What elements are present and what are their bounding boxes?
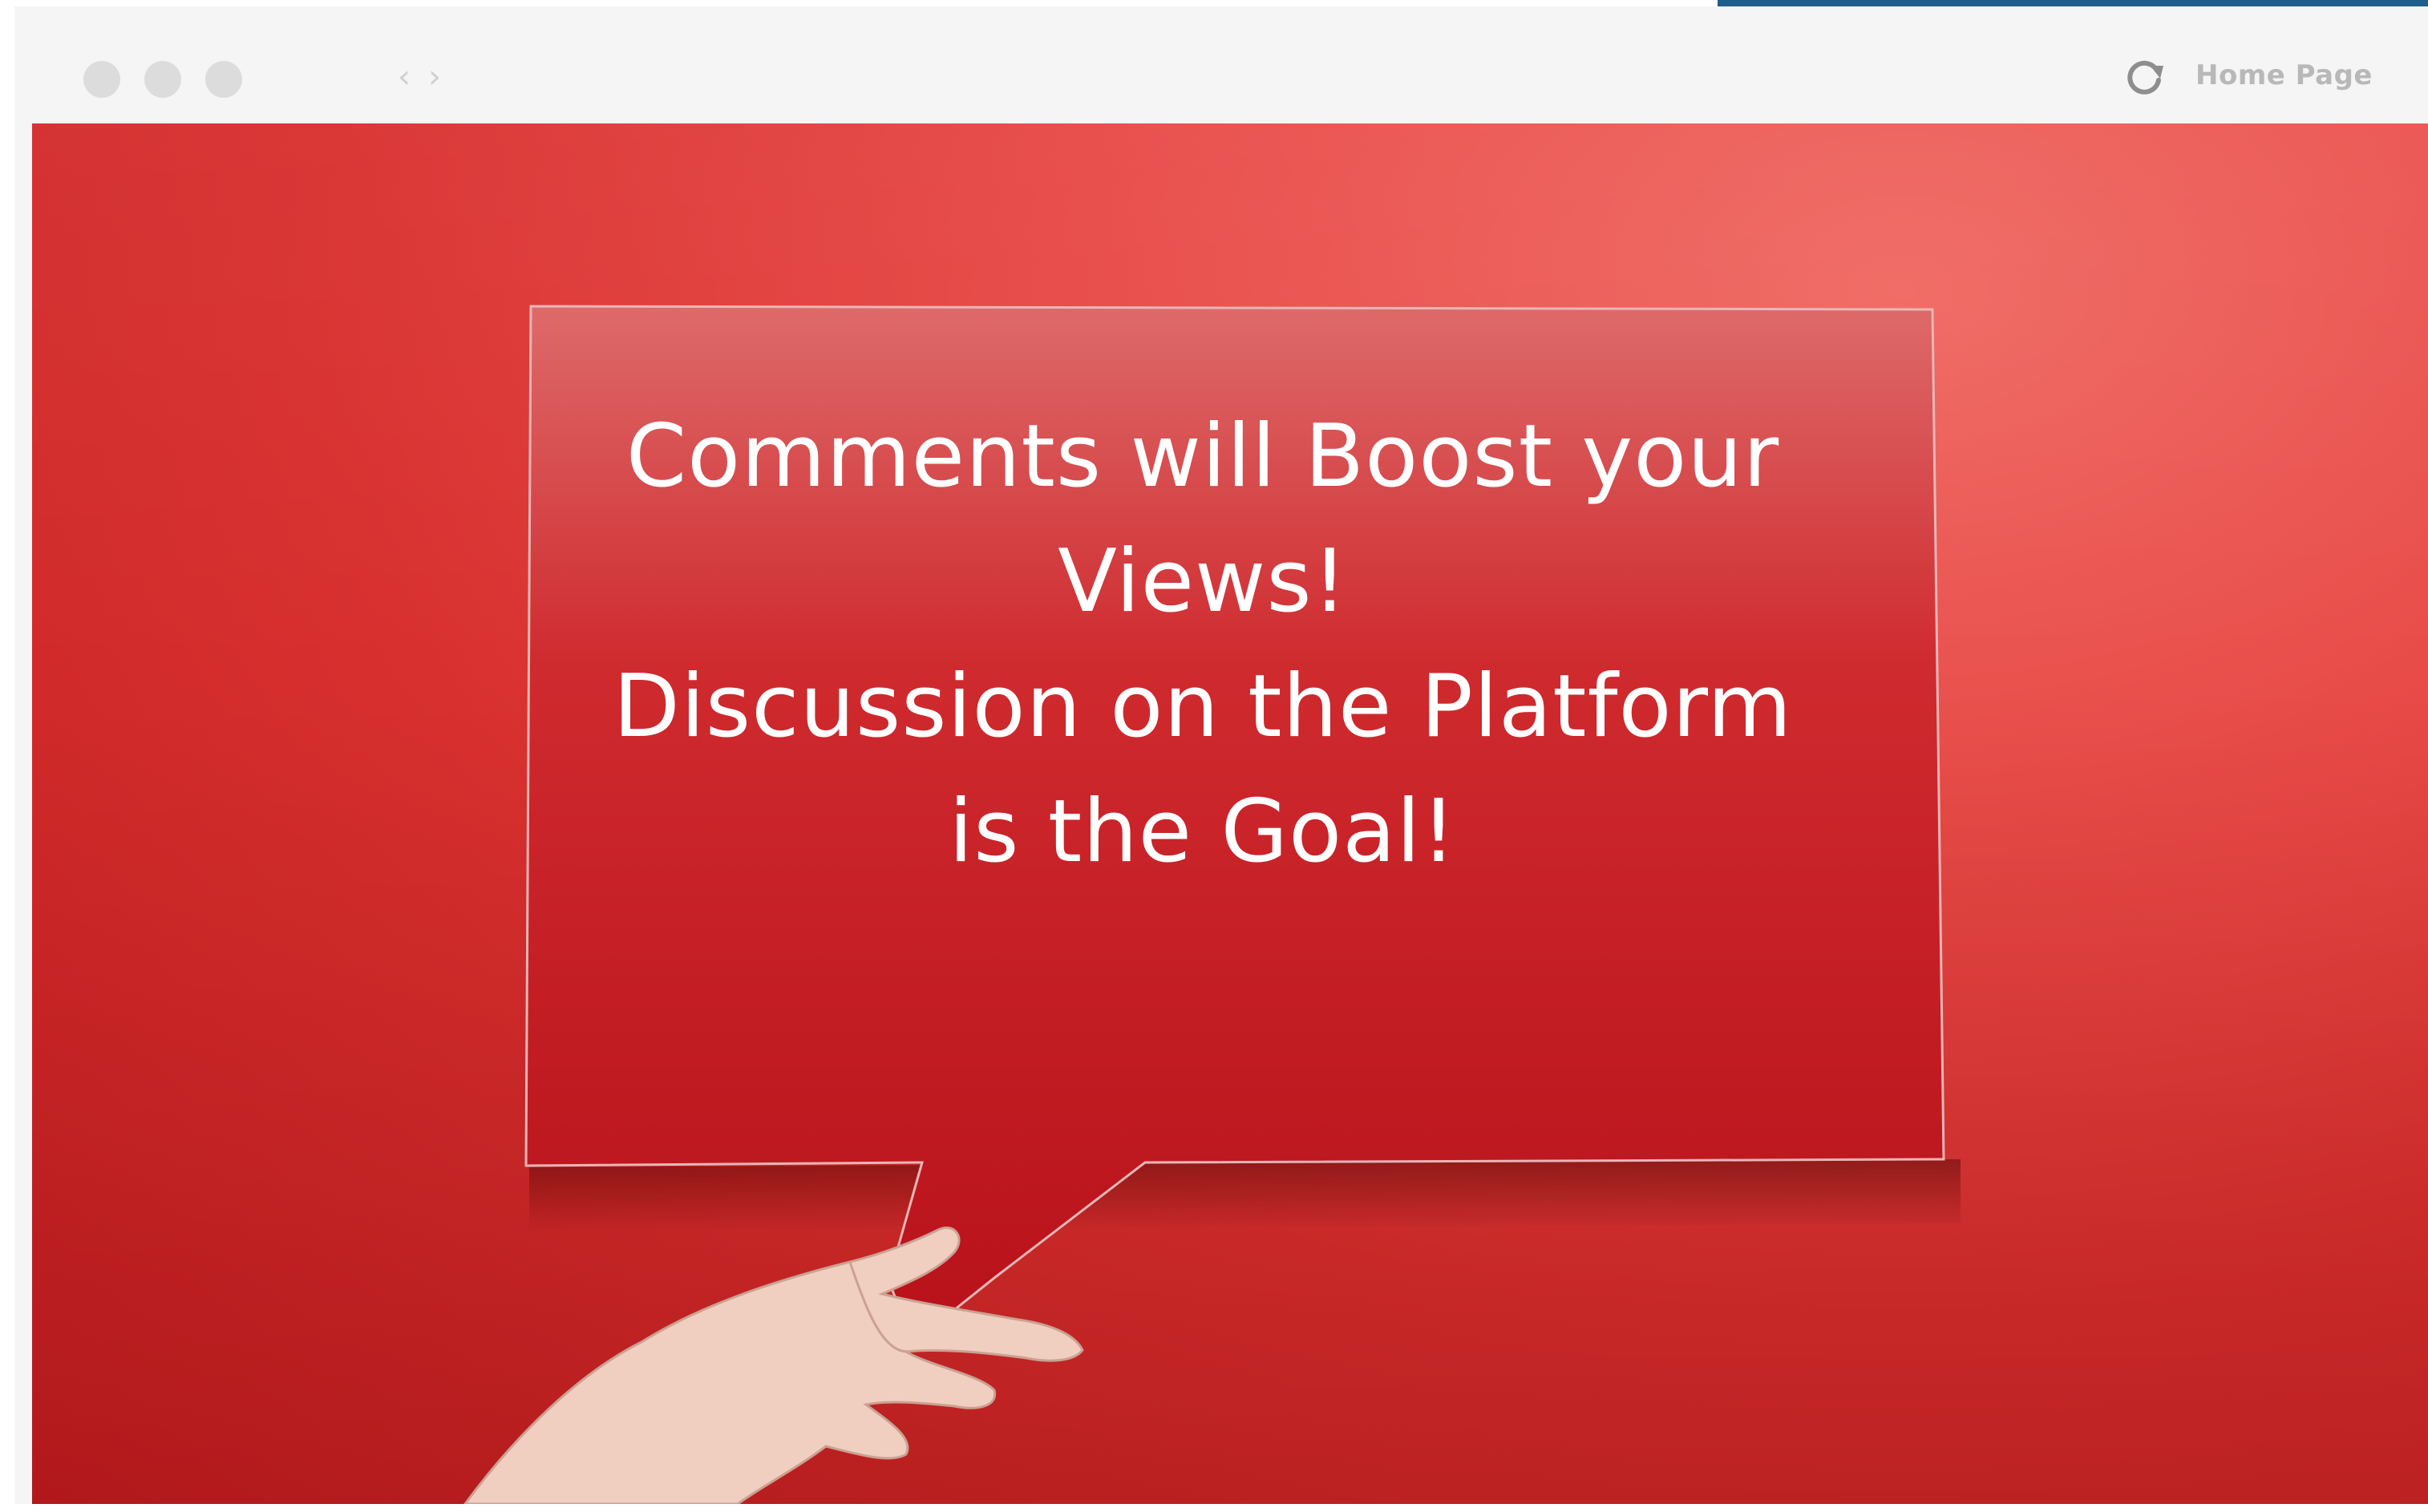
maximize-window-button[interactable] <box>205 61 242 98</box>
speech-bubble-text: Comments will Boost your Views! Discussi… <box>561 394 1844 895</box>
page: ‹ › Home Page Comments will Boost your V… <box>0 0 2428 1512</box>
browser-toolbar <box>14 6 2428 123</box>
close-window-button[interactable] <box>83 61 120 98</box>
navigation-arrows: ‹ › <box>398 53 441 101</box>
bubble-line-4: is the Goal! <box>949 782 1457 882</box>
bubble-line-3: Discussion on the Platform <box>613 657 1793 757</box>
minimize-window-button[interactable] <box>144 61 181 98</box>
forward-icon[interactable]: › <box>428 53 441 101</box>
back-icon[interactable]: ‹ <box>398 53 411 101</box>
hand-shape <box>463 1226 1084 1504</box>
hero-image: Comments will Boost your Views! Discussi… <box>32 123 2428 1504</box>
bubble-line-1: Comments will Boost your <box>625 406 1780 507</box>
window-controls <box>83 61 242 98</box>
reload-icon[interactable] <box>2122 55 2167 99</box>
bubble-line-2: Views! <box>1058 532 1348 632</box>
home-page-link[interactable]: Home Page <box>2195 53 2373 98</box>
